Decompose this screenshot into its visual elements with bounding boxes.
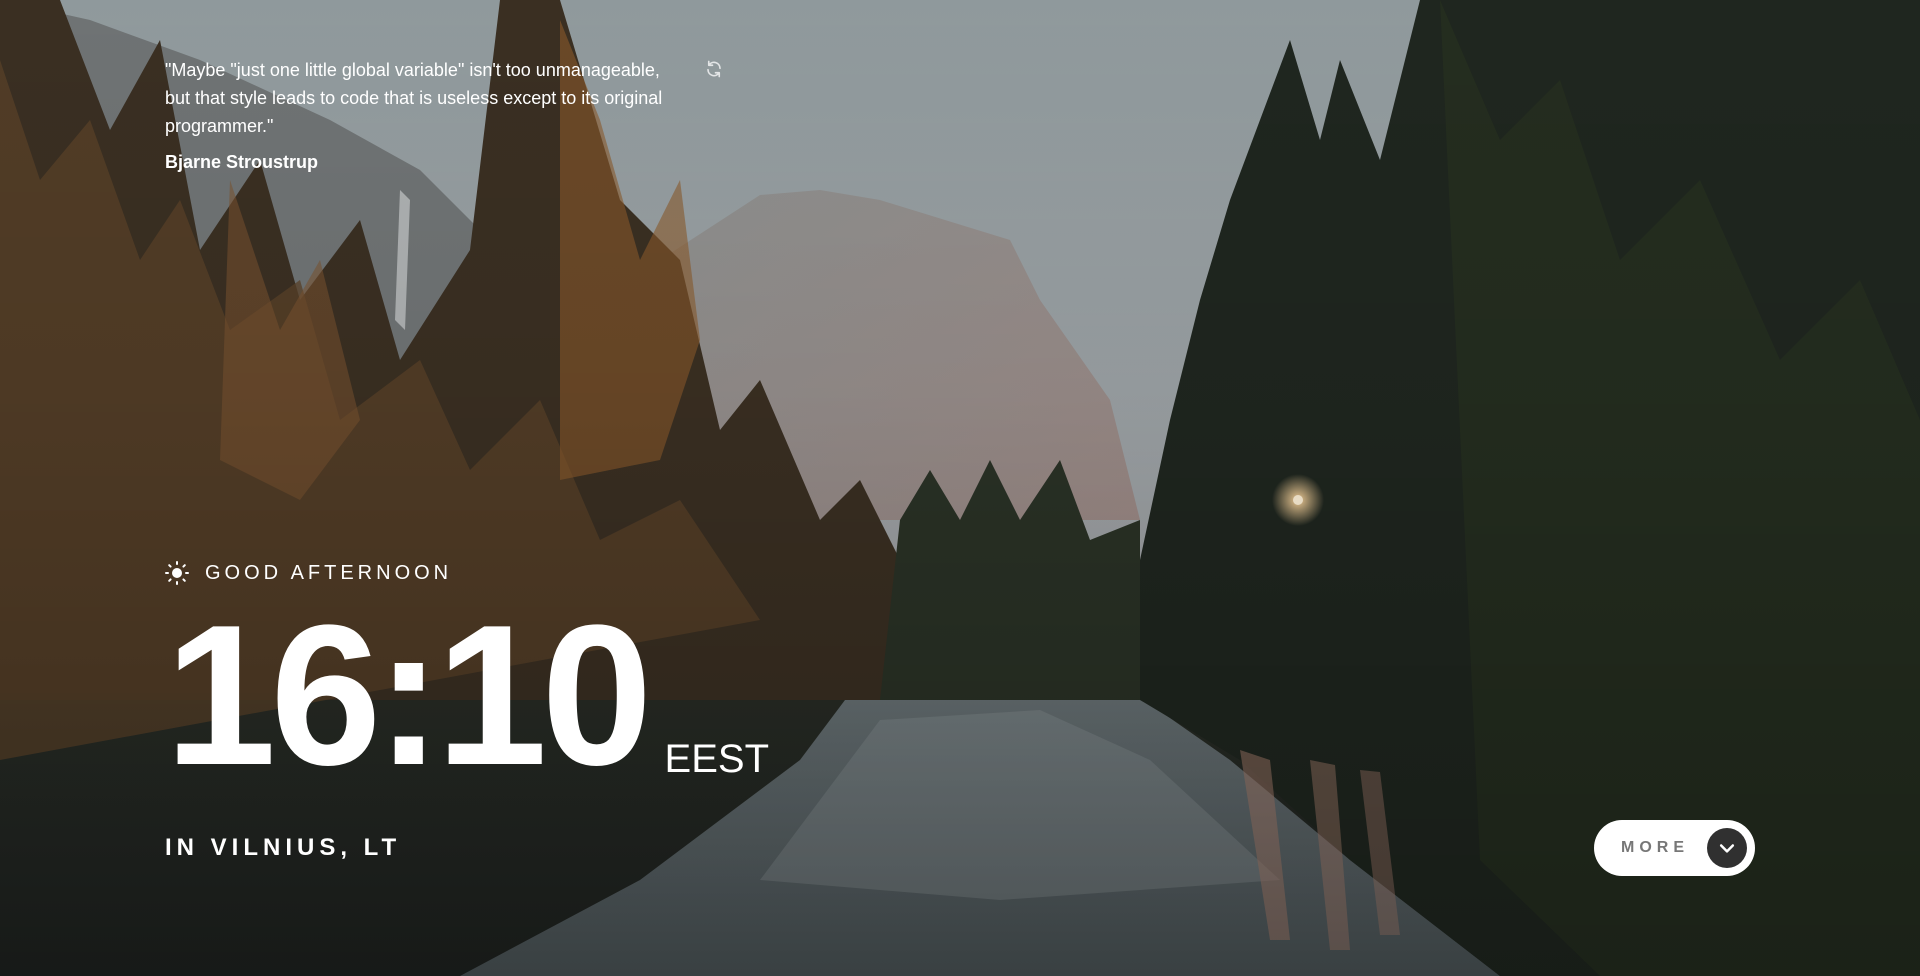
quote-block: "Maybe "just one little global variable"… [165,56,725,173]
quote-row: "Maybe "just one little global variable"… [165,56,725,140]
clock-app: "Maybe "just one little global variable"… [0,0,1920,976]
refresh-quote-button[interactable] [704,58,725,80]
greeting-text: GOOD AFTERNOON [205,561,453,584]
refresh-icon [707,60,722,78]
sun-icon [165,561,189,585]
greeting: GOOD AFTERNOON [165,561,452,585]
location-text: IN VILNIUS, LT [165,834,402,861]
clock: 16:10 EEST [165,584,770,807]
more-button[interactable]: MORE [1594,820,1755,876]
quote-author: Bjarne Stroustrup [165,152,319,172]
clock-time: 16:10 [165,584,653,807]
quote-text: "Maybe "just one little global variable"… [165,60,663,136]
clock-timezone: EEST [664,737,770,781]
more-button-label: MORE [1621,839,1689,856]
chevron-down-icon [1707,828,1747,868]
